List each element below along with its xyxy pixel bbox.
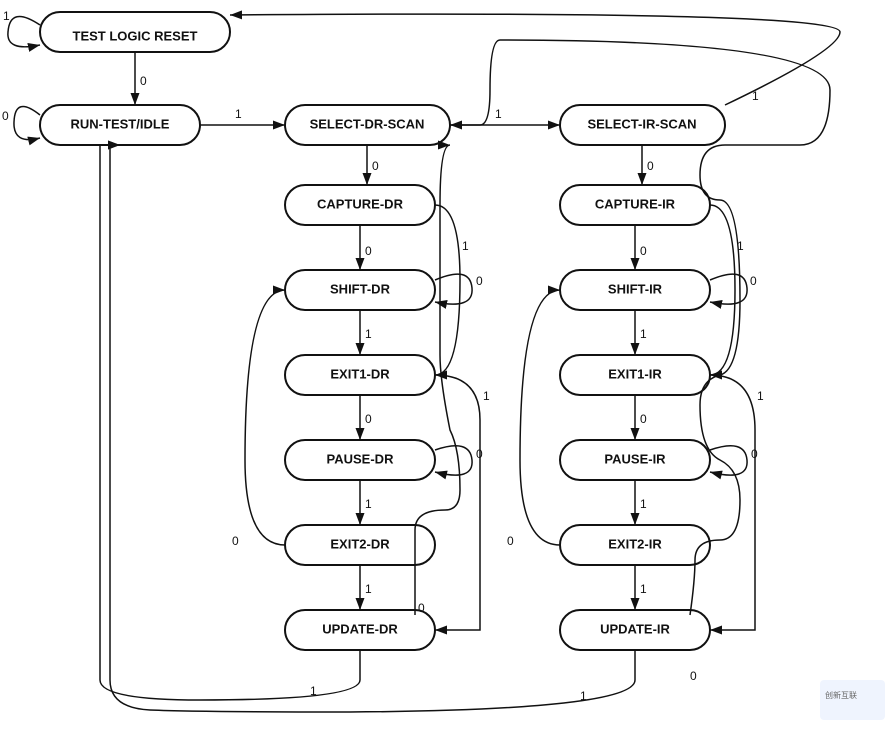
label-shift-dr: SHIFT-DR <box>330 281 391 296</box>
label-update-ir: UPDATE-IR <box>600 621 670 636</box>
label-pir-self: 0 <box>751 447 758 461</box>
label-run-test-idle: RUN-TEST/IDLE <box>71 116 170 131</box>
label-select-dr-scan: SELECT-DR-SCAN <box>310 116 425 131</box>
label-rti-self: 0 <box>2 109 9 123</box>
label-e2ir-to-shir: 0 <box>507 534 514 548</box>
arrow-e1ir-to-uir <box>710 375 755 630</box>
label-cdr-to-e1dr: 1 <box>462 239 469 253</box>
label-tlr-to-rti: 0 <box>140 74 147 88</box>
label-shir-self: 0 <box>750 274 757 288</box>
label-sir-to-tlr: 1 <box>752 89 759 103</box>
label-sdr-to-cdr: 0 <box>372 159 379 173</box>
label-uir-to-rti: 1 <box>580 689 587 703</box>
label-update-dr: UPDATE-DR <box>322 621 398 636</box>
arrow-sir-to-tlr <box>230 14 840 105</box>
watermark-text1: 创新互联 <box>825 690 857 700</box>
label-test-logic-reset: TEST LOGIC RESET <box>73 28 198 43</box>
label-shift-ir: SHIFT-IR <box>608 281 663 296</box>
label-e1dr-to-udr: 1 <box>483 389 490 403</box>
label-pdr-self: 0 <box>476 447 483 461</box>
label-exit1-ir: EXIT1-IR <box>608 366 662 381</box>
label-uir-to-sdr-val: 0 <box>690 669 697 683</box>
label-capture-dr: CAPTURE-DR <box>317 196 404 211</box>
label-udr-to-rti-1: 1 <box>310 684 317 698</box>
label-pdr-to-e2dr: 1 <box>365 497 372 511</box>
label-pause-dr: PAUSE-DR <box>327 451 395 466</box>
label-select-ir-scan: SELECT-IR-SCAN <box>587 116 696 131</box>
arrow-e2ir-to-shir <box>520 290 560 545</box>
arrow-rti-self <box>14 106 40 139</box>
label-cdr-to-shdr: 0 <box>365 244 372 258</box>
label-rti-to-sdr: 1 <box>235 107 242 121</box>
label-cir-to-shir: 0 <box>640 244 647 258</box>
label-tlr-self: 1 <box>3 9 10 23</box>
label-e2dr-to-udr: 1 <box>365 582 372 596</box>
label-e1ir-to-pir: 0 <box>640 412 647 426</box>
label-sir-to-cir: 0 <box>647 159 654 173</box>
label-e2dr-to-shdr: 0 <box>232 534 239 548</box>
label-sdr-to-sir: 1 <box>495 107 502 121</box>
label-e1ir-to-uir: 1 <box>757 389 764 403</box>
label-shdr-to-e1dr: 1 <box>365 327 372 341</box>
diagram-container: TEST LOGIC RESET RUN-TEST/IDLE SELECT-DR… <box>0 0 889 728</box>
label-pause-ir: PAUSE-IR <box>604 451 666 466</box>
label-exit1-dr: EXIT1-DR <box>330 366 390 381</box>
arrow-cir-to-e1ir <box>710 205 735 375</box>
label-capture-ir: CAPTURE-IR <box>595 196 676 211</box>
label-udr-to-sdr: 0 <box>418 601 425 615</box>
label-e2ir-to-uir: 1 <box>640 582 647 596</box>
arrow-pir-self <box>710 446 747 475</box>
arrow-pdr-self <box>435 446 472 475</box>
arrow-shir-self <box>710 274 747 304</box>
label-exit2-dr: EXIT2-DR <box>330 536 390 551</box>
watermark <box>820 680 885 720</box>
arrow-tlr-self <box>8 16 40 46</box>
arrow-e2dr-to-shdr <box>245 290 285 545</box>
label-pir-to-e2ir: 1 <box>640 497 647 511</box>
arrow-cdr-to-e1dr <box>435 205 460 375</box>
label-e1dr-to-pdr: 0 <box>365 412 372 426</box>
label-exit2-ir: EXIT2-IR <box>608 536 662 551</box>
label-shir-to-e1ir: 1 <box>640 327 647 341</box>
label-shdr-self: 0 <box>476 274 483 288</box>
